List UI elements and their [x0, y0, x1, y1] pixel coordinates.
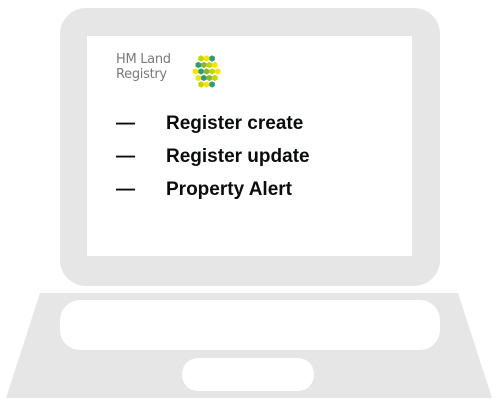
logo-hexagon: [206, 74, 213, 82]
logo-hexagon: [192, 68, 199, 75]
service-list: — Register create — Register update — Pr…: [116, 107, 310, 206]
logo-hexagon: [212, 61, 218, 69]
hm-land-registry-logo-icon: [192, 55, 221, 88]
brand-wordmark: HM Land Registry: [116, 52, 171, 82]
list-item: — Property Alert: [116, 173, 310, 206]
laptop-keyboard: [60, 300, 440, 350]
list-item: — Register update: [116, 140, 310, 173]
brand: HM Land Registry: [116, 52, 256, 92]
logo-hexagon: [195, 74, 202, 82]
list-item-label: Register create: [166, 113, 304, 134]
list-item-dash: —: [116, 146, 135, 167]
logo-hexagon: [209, 55, 215, 62]
logo-hexagon: [214, 68, 221, 75]
list-item-label: Register update: [166, 146, 310, 167]
list-item: — Register create: [116, 107, 310, 140]
logo-hexagon: [203, 81, 210, 88]
logo-hexagon: [209, 81, 215, 88]
logo-hexagon: [198, 68, 204, 75]
list-item-dash: —: [116, 113, 135, 134]
list-item-dash: —: [116, 179, 135, 200]
logo-hexagon: [201, 74, 207, 82]
logo-hexagon: [203, 55, 210, 62]
brand-line-1: HM Land: [116, 52, 171, 67]
logo-hexagon: [201, 61, 207, 69]
screen-content: HM Land Registry — Register create — Reg…: [116, 52, 416, 232]
laptop-trackpad: [182, 358, 314, 391]
logo-hexagon: [198, 55, 204, 62]
brand-line-2: Registry: [116, 67, 167, 82]
logo-hexagon: [198, 81, 204, 88]
logo-hexagon: [206, 61, 213, 69]
list-item-label: Property Alert: [166, 179, 292, 200]
logo-hexagon: [209, 68, 215, 75]
logo-hexagon: [212, 74, 218, 82]
logo-hexagon: [203, 68, 210, 75]
logo-hexagon: [195, 61, 202, 69]
